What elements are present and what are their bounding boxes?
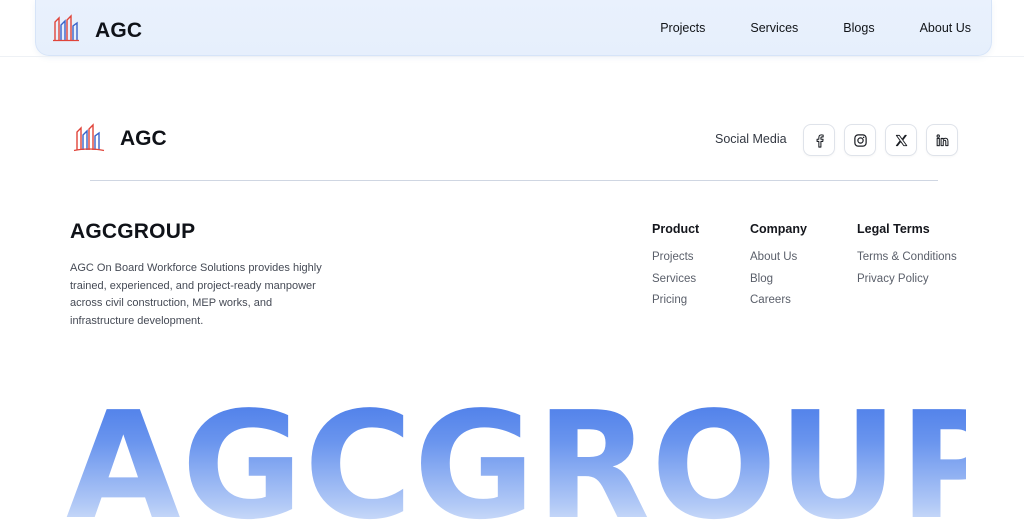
- column-title-product: Product: [652, 222, 700, 236]
- footer-link-projects[interactable]: Projects: [652, 251, 699, 263]
- footer-link-terms[interactable]: Terms & Conditions: [857, 251, 957, 263]
- agc-logo-icon[interactable]: [52, 14, 80, 42]
- footer-link-careers[interactable]: Careers: [750, 294, 807, 306]
- footer-column-legal: Legal Terms Terms & Conditions Privacy P…: [857, 222, 957, 294]
- nav-link-about-us[interactable]: About Us: [920, 21, 971, 35]
- footer-divider: [90, 180, 938, 181]
- footer-link-services[interactable]: Services: [652, 273, 699, 285]
- footer-link-pricing[interactable]: Pricing: [652, 294, 699, 306]
- header-divider: [0, 56, 1024, 57]
- social-media-label: Social Media: [715, 132, 787, 146]
- facebook-button[interactable]: [803, 124, 835, 156]
- footer-link-privacy-policy[interactable]: Privacy Policy: [857, 273, 957, 285]
- footer-column-company: Company About Us Blog Careers: [750, 222, 807, 316]
- x-icon: [895, 134, 907, 146]
- linkedin-icon: [936, 133, 948, 146]
- x-button[interactable]: [885, 124, 917, 156]
- nav-brand[interactable]: AGC: [95, 19, 142, 43]
- nav-link-projects[interactable]: Projects: [660, 21, 705, 35]
- nav-link-blogs[interactable]: Blogs: [843, 21, 874, 35]
- linkedin-button[interactable]: [926, 124, 958, 156]
- about-description: AGC On Board Workforce Solutions provide…: [70, 262, 322, 327]
- footer-column-product: Product Projects Services Pricing: [652, 222, 699, 316]
- footer-link-about-us[interactable]: About Us: [750, 251, 807, 263]
- about-title: AGCGROUP: [70, 220, 196, 243]
- agc-footer-logo-icon: [73, 123, 105, 152]
- instagram-icon: [853, 133, 867, 147]
- footer-link-blog[interactable]: Blog: [750, 273, 807, 285]
- top-navbar: AGC Projects Services Blogs About Us: [35, 0, 992, 56]
- big-brand-wordmark: AGCGROUP: [66, 386, 1008, 525]
- facebook-icon: [816, 133, 824, 148]
- nav-link-services[interactable]: Services: [750, 21, 798, 35]
- column-title-company: Company: [750, 222, 807, 236]
- nav-links: Projects Services Blogs About Us: [660, 0, 971, 56]
- footer-brand: AGC: [120, 127, 167, 150]
- instagram-button[interactable]: [844, 124, 876, 156]
- column-title-legal-terms: Legal Terms: [857, 222, 930, 236]
